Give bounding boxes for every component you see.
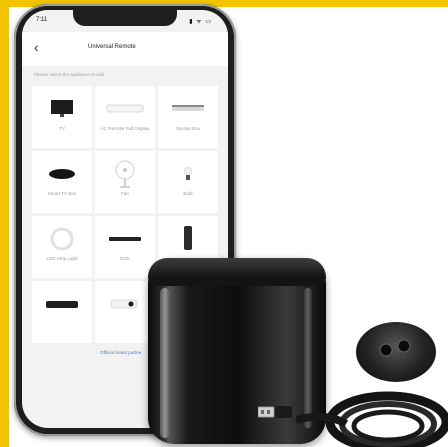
tv-icon bbox=[32, 92, 92, 126]
appliance-projector[interactable] bbox=[95, 281, 155, 343]
settop-box-icon bbox=[158, 92, 218, 126]
appliance-dvd[interactable]: DVD bbox=[95, 216, 155, 278]
status-time: 7:11 bbox=[36, 17, 48, 23]
appliance-soundbar[interactable] bbox=[32, 281, 92, 343]
instruction-text: Please select the appliance to add bbox=[34, 72, 104, 77]
appliance-smart-tv-box[interactable]: Smart TV Box bbox=[32, 151, 92, 213]
appliance-tv[interactable]: TV bbox=[32, 86, 92, 148]
usb-cable-coil bbox=[296, 391, 448, 447]
appliance-label: Fan bbox=[121, 191, 129, 196]
appliance-bulb[interactable]: Bulb bbox=[158, 151, 218, 213]
appliance-label: Set-top Box bbox=[175, 126, 200, 131]
appliance-label: Bulb bbox=[183, 191, 193, 196]
appliance-ac-remote[interactable]: AC Remote Full Display bbox=[95, 86, 155, 148]
appliance-label: DVD bbox=[120, 256, 130, 261]
remote-icon bbox=[158, 222, 218, 256]
status-icons: ▮ ᯤ ▭ bbox=[189, 19, 212, 25]
hub-top-surface bbox=[148, 258, 326, 286]
projector-icon bbox=[95, 287, 155, 321]
appliance-fan[interactable]: Fan bbox=[95, 151, 155, 213]
ac-icon bbox=[95, 92, 155, 126]
phone-notch bbox=[73, 10, 177, 26]
fan-icon bbox=[95, 157, 155, 191]
appliance-settop-box[interactable]: Set-top Box bbox=[158, 86, 218, 148]
yellow-border-left bbox=[0, 0, 9, 447]
soundbar-icon bbox=[32, 287, 92, 321]
appliance-label: TV bbox=[59, 126, 65, 131]
page-title: Universal Remote bbox=[88, 44, 136, 50]
led-strip-icon bbox=[32, 222, 92, 256]
smart-tv-box-icon bbox=[32, 157, 92, 191]
appliance-label: AC Remote Full Display bbox=[100, 126, 150, 131]
app-header: ‹ Universal Remote bbox=[22, 32, 228, 66]
appliance-label: Smart TV Box bbox=[47, 191, 77, 196]
brand-partner-link[interactable]: Official brand partne bbox=[100, 350, 141, 355]
appliance-led-strip[interactable]: LED Strip Light bbox=[32, 216, 92, 278]
bulb-icon bbox=[158, 157, 218, 191]
appliance-label: LED Strip Light bbox=[46, 256, 78, 261]
dvd-icon bbox=[95, 222, 155, 256]
usb-plug bbox=[258, 406, 292, 418]
hub-reflection-left bbox=[160, 288, 170, 438]
back-arrow-icon[interactable]: ‹ bbox=[34, 40, 39, 54]
